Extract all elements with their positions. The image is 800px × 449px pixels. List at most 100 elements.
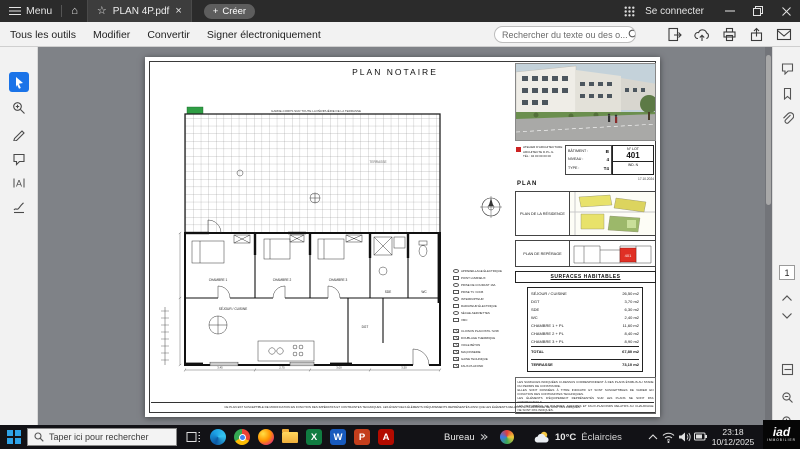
export-pdf-icon[interactable] bbox=[667, 27, 682, 42]
surfaces-table: SÉJOUR / CUISINE26,50 m2 DGT3,70 m2 SDE6… bbox=[527, 287, 643, 372]
star-icon[interactable]: ☆ bbox=[97, 6, 107, 17]
sign-in-button[interactable]: Se connecter bbox=[645, 6, 704, 17]
excel-icon[interactable]: X bbox=[306, 429, 322, 445]
windows-taskbar: Taper ici pour rechercher X W P A Bureau… bbox=[0, 425, 800, 449]
svg-text:TERRASSE: TERRASSE bbox=[369, 160, 386, 164]
print-icon[interactable] bbox=[722, 27, 737, 42]
chrome-icon[interactable] bbox=[234, 429, 250, 445]
legend-row: POINT LUMINEUX bbox=[453, 274, 515, 281]
search-icon[interactable] bbox=[628, 29, 636, 40]
surface-row: DGT3,70 m2 bbox=[531, 298, 639, 306]
create-button[interactable]: + Créer bbox=[204, 4, 255, 19]
chevron-double-icon bbox=[480, 433, 488, 441]
attachments-panel-icon[interactable] bbox=[780, 111, 794, 125]
page-down-icon[interactable] bbox=[780, 309, 794, 323]
apps-grid-icon[interactable] bbox=[624, 6, 635, 17]
desktops-toolbar[interactable]: Bureau bbox=[444, 425, 488, 449]
svg-text:SDE: SDE bbox=[385, 290, 392, 294]
cloud-upload-icon[interactable] bbox=[694, 27, 710, 42]
right-panel-rail: 1 bbox=[772, 47, 800, 425]
left-tool-rail: A bbox=[0, 47, 38, 425]
task-view-button[interactable] bbox=[186, 430, 201, 444]
home-icon: ⌂ bbox=[71, 6, 78, 17]
reperage-key-row: PLAN DE REPÉRAGE 401 bbox=[515, 240, 656, 267]
wifi-icon[interactable] bbox=[662, 431, 675, 443]
minimize-button[interactable] bbox=[716, 0, 744, 22]
hamburger-icon bbox=[9, 6, 21, 16]
legend-row: DOUBLAGE THERMIQUE bbox=[453, 334, 515, 341]
residence-photo bbox=[515, 63, 656, 141]
sheet-footer-note: CE PLAN EST SUSCEPTIBLE DE MODIFICATION … bbox=[151, 402, 654, 409]
restore-button[interactable] bbox=[744, 0, 772, 22]
colorful-app-icon[interactable] bbox=[500, 430, 514, 444]
create-label: Créer bbox=[222, 6, 246, 17]
menu-item-tous-les-outils[interactable]: Tous les outils bbox=[10, 29, 76, 41]
page-number-box[interactable]: 1 bbox=[779, 265, 795, 280]
menu-item-modifier[interactable]: Modifier bbox=[93, 29, 130, 41]
taskbar-search[interactable]: Taper ici pour rechercher bbox=[27, 428, 177, 446]
legend-row: PRISE TV / RJ45 bbox=[453, 288, 515, 295]
document-tab[interactable]: ☆ PLAN 4P.pdf × bbox=[87, 0, 192, 22]
titleblock-date: 17.10.2024 bbox=[638, 177, 654, 181]
reperage-thumbnail: 401 bbox=[570, 241, 655, 266]
fit-page-icon[interactable] bbox=[780, 362, 794, 376]
legend-symbols: APPAREILLAGE ÉLECTRIQUE POINT LUMINEUX P… bbox=[453, 267, 515, 323]
weather-temp: 10°C bbox=[555, 432, 576, 443]
tab-close-icon[interactable]: × bbox=[175, 6, 181, 17]
powerpoint-icon[interactable]: P bbox=[354, 429, 370, 445]
start-button[interactable] bbox=[7, 430, 21, 444]
svg-text:CHAMBRE 3: CHAMBRE 3 bbox=[329, 278, 348, 282]
titleblock-info-row: ATELIER D'ARCHITECTURE ARCHITECTE D.P.L.… bbox=[515, 145, 656, 175]
surface-row: CHAMBRE 1 + PL11,60 m2 bbox=[531, 322, 639, 330]
menu-item-convertir[interactable]: Convertir bbox=[147, 29, 190, 41]
zoom-out-icon[interactable] bbox=[780, 390, 794, 404]
weather-widget[interactable]: 10°C Éclaircies bbox=[534, 425, 622, 449]
page-up-icon[interactable] bbox=[780, 291, 794, 305]
edge-icon[interactable] bbox=[210, 429, 226, 445]
volume-icon[interactable] bbox=[678, 431, 691, 443]
vertical-scrollbar[interactable] bbox=[765, 47, 772, 425]
pencil-tool-button[interactable] bbox=[9, 124, 29, 144]
surface-terrasse-row: TERRASSE73,10 m2 bbox=[531, 359, 639, 369]
architect-line: TÉL : 04 00 00 00 00 bbox=[523, 154, 565, 159]
comments-panel-icon[interactable] bbox=[780, 61, 794, 75]
signature-tool-button[interactable] bbox=[9, 197, 29, 217]
bookmarks-panel-icon[interactable] bbox=[780, 86, 794, 100]
weather-condition: Éclaircies bbox=[581, 432, 622, 443]
zoom-tool-button[interactable] bbox=[9, 98, 29, 118]
legend-row: APPAREILLAGE ÉLECTRIQUE bbox=[453, 267, 515, 274]
dimension-ladder bbox=[159, 307, 171, 365]
legend-row: PRISE DE COURANT 16A bbox=[453, 281, 515, 288]
compass-icon bbox=[479, 195, 503, 219]
svg-text:CHAMBRE 1: CHAMBRE 1 bbox=[209, 278, 228, 282]
home-button[interactable]: ⌂ bbox=[62, 0, 87, 22]
search-input[interactable]: Rechercher du texte ou des o... bbox=[494, 26, 636, 43]
share-icon[interactable] bbox=[749, 27, 764, 42]
plan-green-marker bbox=[187, 107, 203, 114]
architect-line: ATELIER D'ARCHITECTURE bbox=[523, 145, 565, 150]
tray-chevron-icon[interactable] bbox=[648, 433, 658, 441]
menu-item-signer[interactable]: Signer électroniquement bbox=[207, 29, 321, 41]
comment-tool-button[interactable] bbox=[9, 149, 29, 169]
plan-label: PLAN bbox=[517, 181, 537, 187]
document-viewport[interactable]: PLAN NOTAIRE GARDE-CORPS SUR TOUTE LA PÉ… bbox=[38, 47, 772, 425]
scrollbar-thumb[interactable] bbox=[766, 55, 771, 205]
menu-button[interactable]: Menu bbox=[0, 0, 61, 22]
acrobat-icon[interactable]: A bbox=[378, 429, 394, 445]
firefox-icon[interactable] bbox=[258, 429, 274, 445]
surface-row: SÉJOUR / CUISINE26,50 m2 bbox=[531, 290, 639, 298]
surface-row: CHAMBRE 3 + PL8,90 m2 bbox=[531, 338, 639, 346]
word-icon[interactable]: W bbox=[330, 429, 346, 445]
email-icon[interactable] bbox=[776, 28, 792, 41]
close-button[interactable] bbox=[772, 0, 800, 22]
taskbar-clock[interactable]: 23:18 10/12/2025 bbox=[704, 427, 762, 447]
file-explorer-icon[interactable] bbox=[282, 432, 298, 443]
tab-title: PLAN 4P.pdf bbox=[113, 6, 170, 17]
legend-row: RADIATEUR ÉLECTRIQUE bbox=[453, 302, 515, 309]
plus-icon: + bbox=[213, 6, 219, 17]
acrobat-window: Menu ⌂ ☆ PLAN 4P.pdf × + Créer Se connec… bbox=[0, 0, 800, 449]
select-tool-button[interactable] bbox=[9, 72, 29, 92]
legend-row: VMC bbox=[453, 316, 515, 323]
text-tool-button[interactable]: A bbox=[9, 173, 29, 193]
svg-text:DGT: DGT bbox=[362, 325, 369, 329]
